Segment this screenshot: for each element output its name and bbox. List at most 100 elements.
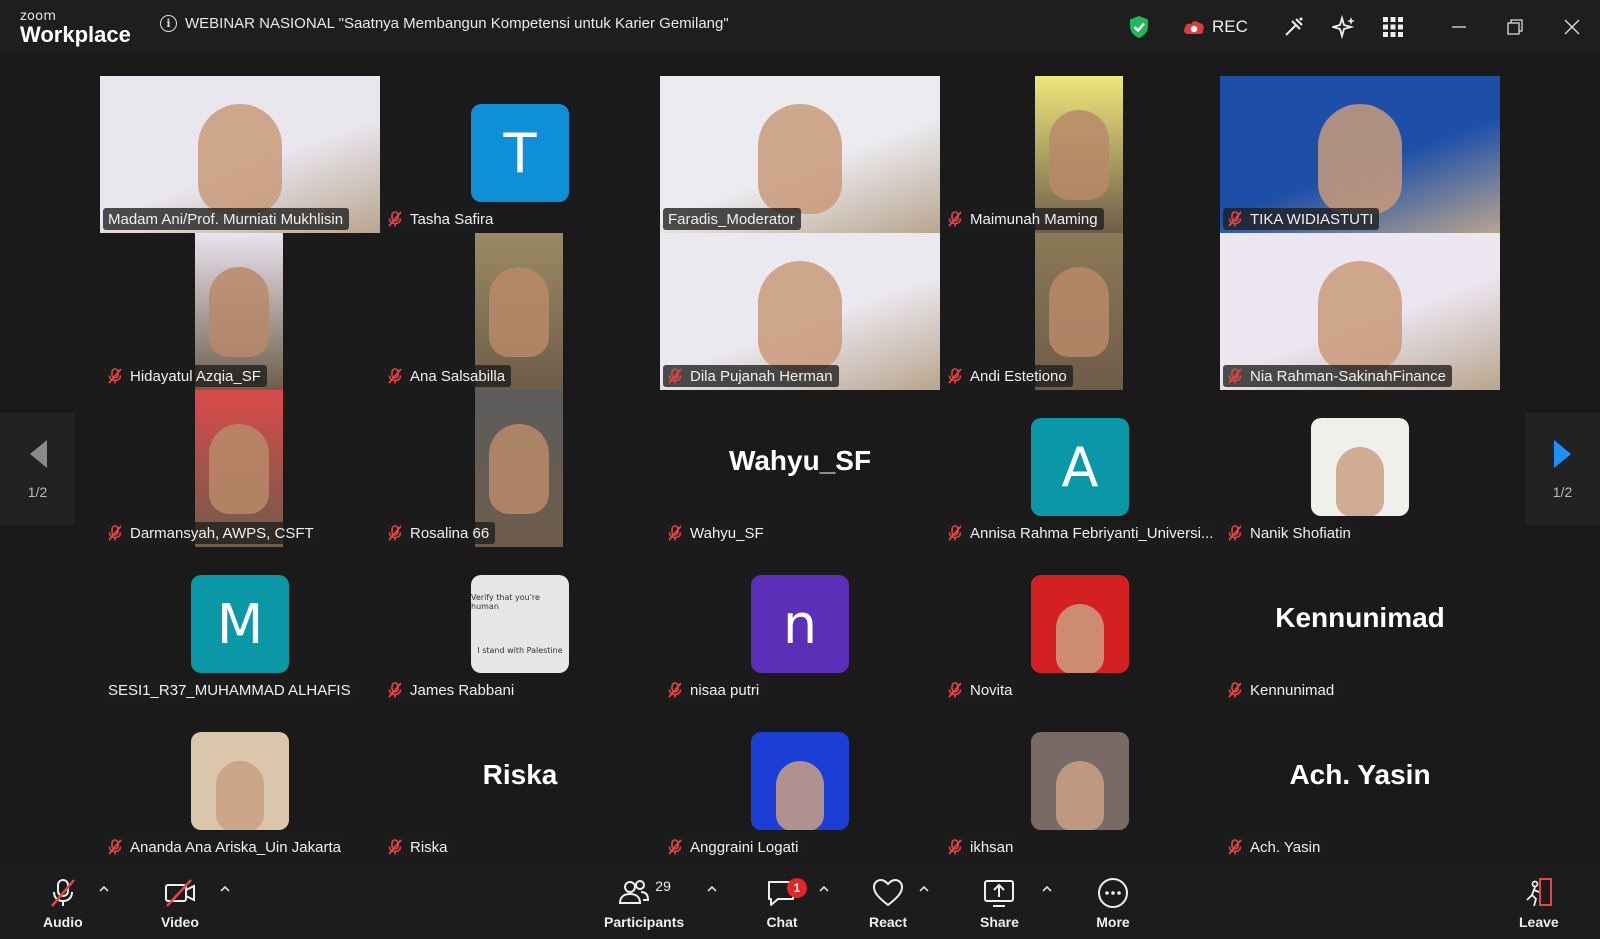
muted-microphone-icon — [108, 525, 122, 541]
muted-microphone-icon — [948, 368, 962, 384]
participant-name-tag: Ananda Ana Ariska_Uin Jakarta — [103, 836, 347, 858]
audio-label: Audio — [43, 914, 83, 930]
participant-tile-tika-widiastuti[interactable]: TIKA WIDIASTUTI — [1220, 76, 1500, 233]
participant-name-tag: Novita — [943, 679, 1019, 701]
chevron-right-icon — [1553, 440, 1571, 468]
participants-button[interactable]: 29 Participants — [604, 876, 684, 930]
more-button[interactable]: More — [1096, 876, 1130, 930]
chat-unread-badge: 1 — [787, 878, 807, 898]
share-button[interactable]: Share — [980, 876, 1019, 930]
screen-body-text: I stand with Palestine — [477, 646, 563, 656]
participant-tile-anggraini-logati[interactable]: Anggraini Logati — [660, 704, 940, 861]
participant-name: Ana Salsabilla — [410, 367, 506, 385]
share-screen-icon — [984, 880, 1015, 907]
participant-name-tag: Wahyu_SF — [663, 522, 770, 544]
participant-name: Madam Ani/Prof. Murniati Mukhlisin — [108, 210, 344, 228]
participant-name-tag: Nia Rahman-SakinahFinance — [1223, 365, 1452, 387]
chat-options-caret[interactable] — [817, 882, 831, 896]
video-button[interactable]: Video — [161, 876, 199, 930]
info-icon[interactable]: i — [160, 15, 177, 32]
participant-name-tag: Ach. Yasin — [1223, 836, 1327, 858]
participant-tile-sesi1-r37-muhammad-alhafis[interactable]: M SESI1_R37_MUHAMMAD ALHAFIS — [100, 547, 380, 704]
display-name-large: Kennunimad — [1275, 602, 1445, 633]
display-name-large: Wahyu_SF — [728, 445, 872, 476]
participant-tile-nanik-shofiatin[interactable]: Nanik Shofiatin — [1220, 390, 1500, 547]
microphone-muted-icon — [50, 879, 75, 907]
participant-name: Nia Rahman-SakinahFinance — [1250, 367, 1446, 385]
participant-tile-hidayatul-azqia-sf[interactable]: Hidayatul Azqia_SF — [100, 233, 380, 390]
previous-page-button[interactable]: 1/2 — [0, 413, 75, 525]
participant-tile-tasha-safira[interactable]: T Tasha Safira — [380, 76, 660, 233]
participant-name: Anggraini Logati — [690, 838, 799, 856]
participant-tile-faradis-moderator[interactable]: Faradis_Moderator — [660, 76, 940, 233]
muted-microphone-icon — [388, 525, 402, 541]
next-page-button[interactable]: 1/2 — [1525, 413, 1600, 525]
participant-tile-madam-ani-prof-murniati-mukhlisin[interactable]: Madam Ani/Prof. Murniati Mukhlisin — [100, 76, 380, 233]
muted-microphone-icon — [948, 525, 962, 541]
react-label: React — [869, 914, 908, 930]
minimize-icon[interactable] — [1444, 12, 1474, 42]
video-options-caret[interactable] — [218, 882, 232, 896]
participant-name: ikhsan — [970, 838, 1014, 856]
ai-companion-icon[interactable] — [1332, 12, 1356, 42]
person-silhouette — [1049, 267, 1109, 357]
audio-options-caret[interactable] — [97, 882, 111, 896]
participant-tile-novita[interactable]: Novita — [940, 547, 1220, 704]
audio-button[interactable]: Audio — [43, 876, 83, 930]
participant-tile-ana-salsabilla[interactable]: Ana Salsabilla — [380, 233, 660, 390]
avatar-initial: T — [471, 104, 569, 202]
participant-name: Dila Pujanah Herman — [690, 367, 833, 385]
person-silhouette — [489, 424, 549, 514]
participant-tile-nia-rahman-sakinahfinance[interactable]: Nia Rahman-SakinahFinance — [1220, 233, 1500, 390]
participant-tile-james-rabbani[interactable]: Verify that you're human I stand with Pal… — [380, 547, 660, 704]
participant-tile-riska[interactable]: Riska Riska — [380, 704, 660, 861]
participant-tile-nisaa-putri[interactable]: n nisaa putri — [660, 547, 940, 704]
participant-name: Faradis_Moderator — [668, 210, 795, 228]
participant-name: Darmansyah, AWPS, CSFT — [130, 524, 314, 542]
record-button[interactable]: REC — [1182, 12, 1248, 42]
react-button[interactable]: React — [869, 876, 907, 930]
person-silhouette — [489, 267, 549, 357]
chat-label: Chat — [766, 914, 798, 930]
profile-photo: Verify that you're human I stand with Pal… — [471, 575, 569, 673]
participant-tile-darmansyah-awps-csft[interactable]: Darmansyah, AWPS, CSFT — [100, 390, 380, 547]
annotate-icon[interactable] — [1282, 12, 1306, 42]
apps-grid-icon[interactable] — [1383, 12, 1403, 42]
participant-tile-ikhsan[interactable]: ikhsan — [940, 704, 1220, 861]
muted-microphone-icon — [1228, 211, 1242, 227]
participant-tile-rosalina-66[interactable]: Rosalina 66 — [380, 390, 660, 547]
page-indicator-left: 1/2 — [27, 484, 48, 500]
participant-tile-wahyu-sf[interactable]: Wahyu_SF Wahyu_SF — [660, 390, 940, 547]
participants-options-caret[interactable] — [705, 882, 719, 896]
meeting-title: WEBINAR NASIONAL "Saatnya Membangun Komp… — [185, 15, 729, 32]
meeting-info[interactable]: i WEBINAR NASIONAL "Saatnya Membangun Ko… — [160, 15, 729, 32]
share-options-caret[interactable] — [1040, 882, 1054, 896]
participant-name-tag: James Rabbani — [383, 679, 521, 701]
restore-icon[interactable] — [1500, 12, 1530, 42]
participant-name-tag: Darmansyah, AWPS, CSFT — [103, 522, 320, 544]
muted-microphone-icon — [668, 839, 682, 855]
participant-tile-annisa-rahma-febriyanti-universi[interactable]: A Annisa Rahma Febriyanti_Universi... — [940, 390, 1220, 547]
participant-name-tag: nisaa putri — [663, 679, 766, 701]
participant-name-tag: Kennunimad — [1223, 679, 1341, 701]
participant-tile-maimunah-maming[interactable]: Maimunah Maming — [940, 76, 1220, 233]
rec-label: REC — [1212, 17, 1248, 36]
participant-tile-kennunimad[interactable]: Kennunimad Kennunimad — [1220, 547, 1500, 704]
avatar-initial: M — [191, 575, 289, 673]
participant-name-tag: Annisa Rahma Febriyanti_Universi... — [943, 522, 1215, 544]
participant-name-tag: Faradis_Moderator — [663, 208, 801, 230]
person-silhouette — [1318, 104, 1402, 214]
participant-name: Hidayatul Azqia_SF — [130, 367, 261, 385]
profile-photo — [1031, 575, 1129, 673]
leave-label: Leave — [1519, 914, 1559, 930]
encryption-shield-icon[interactable] — [1128, 12, 1150, 42]
leave-button[interactable]: Leave — [1519, 876, 1559, 930]
participant-tile-ach-yasin[interactable]: Ach. Yasin Ach. Yasin — [1220, 704, 1500, 861]
react-options-caret[interactable] — [917, 882, 931, 896]
close-icon[interactable] — [1557, 12, 1587, 42]
participant-tile-andi-estetiono[interactable]: Andi Estetiono — [940, 233, 1220, 390]
participant-tile-ananda-ana-ariska-uin-jakarta[interactable]: Ananda Ana Ariska_Uin Jakarta — [100, 704, 380, 861]
muted-microphone-icon — [668, 368, 682, 384]
participant-tile-dila-pujanah-herman[interactable]: Dila Pujanah Herman — [660, 233, 940, 390]
participant-name: Ananda Ana Ariska_Uin Jakarta — [130, 838, 341, 856]
